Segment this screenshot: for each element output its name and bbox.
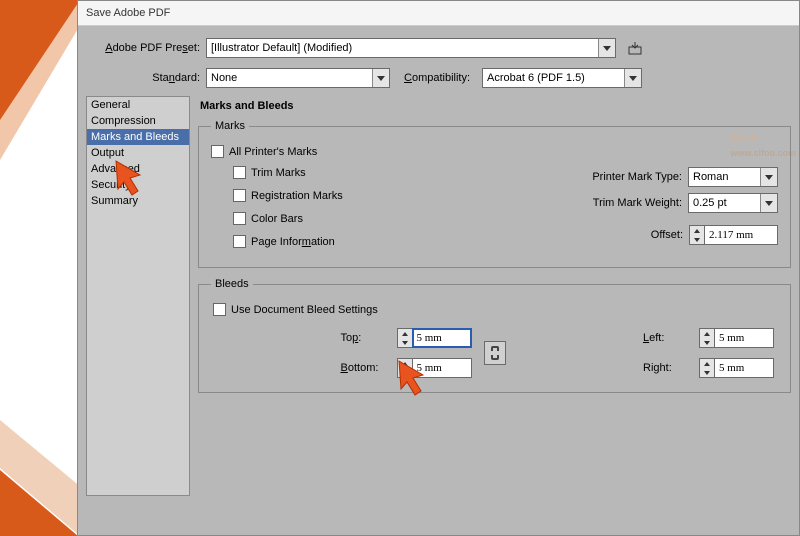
color-bars-checkbox[interactable]: Color Bars <box>233 212 411 225</box>
registration-marks-checkbox[interactable]: Registration Marks <box>233 189 411 202</box>
spin-down-icon[interactable] <box>398 338 412 347</box>
bleeds-group: Bleeds Use Document Bleed Settings Top: <box>198 278 791 393</box>
link-bleeds-button[interactable] <box>484 341 506 365</box>
bleed-top-spinbox[interactable] <box>397 328 472 348</box>
bleed-bottom-label: Bottom: <box>341 362 397 374</box>
bleed-left-spinbox[interactable] <box>699 328 774 348</box>
chevron-down-icon <box>760 168 777 186</box>
spin-up-icon[interactable] <box>690 226 704 235</box>
bleed-left-input[interactable] <box>714 328 774 348</box>
trim-mark-weight-label: Trim Mark Weight: <box>593 197 688 209</box>
marks-group: Marks All Printer's Marks Trim Marks Reg… <box>198 120 791 268</box>
bleed-right-input[interactable] <box>714 358 774 378</box>
bleed-left-label: Left: <box>643 332 699 344</box>
chevron-down-icon <box>760 194 777 212</box>
dialog-title: Save Adobe PDF <box>78 1 799 26</box>
spin-up-icon[interactable] <box>398 329 412 338</box>
save-preset-icon[interactable] <box>626 39 644 57</box>
sidebar-item-security[interactable]: Security <box>87 177 189 193</box>
spin-down-icon[interactable] <box>700 368 714 377</box>
bleed-bottom-input[interactable] <box>412 358 472 378</box>
standard-dropdown[interactable]: None <box>206 68 390 88</box>
compatibility-label: Compatibility: <box>404 72 476 84</box>
all-printers-marks-checkbox[interactable]: All Printer's Marks <box>211 145 317 158</box>
compatibility-dropdown[interactable]: Acrobat 6 (PDF 1.5) <box>482 68 642 88</box>
printer-mark-type-label: Printer Mark Type: <box>592 171 688 183</box>
page-information-checkbox[interactable]: Page Information <box>233 235 411 248</box>
link-icon <box>490 345 500 361</box>
bleed-right-label: Right: <box>643 362 699 374</box>
preset-label: Adobe PDF Preset: <box>86 42 206 54</box>
chevron-down-icon <box>624 69 641 87</box>
spin-down-icon[interactable] <box>690 235 704 244</box>
offset-label: Offset: <box>651 229 689 241</box>
category-sidebar: General Compression Marks and Bleeds Out… <box>86 96 190 496</box>
bleed-top-label: Top: <box>341 332 397 344</box>
bleed-right-spinbox[interactable] <box>699 358 774 378</box>
sidebar-item-summary[interactable]: Summary <box>87 193 189 209</box>
all-printers-marks-label: All Printer's Marks <box>229 146 317 158</box>
marks-legend: Marks <box>211 120 249 132</box>
sidebar-item-general[interactable]: General <box>87 97 189 113</box>
sidebar-item-output[interactable]: Output <box>87 145 189 161</box>
trim-marks-checkbox[interactable]: Trim Marks <box>233 166 411 179</box>
printer-mark-type-dropdown[interactable]: Roman <box>688 167 778 187</box>
panel-title: Marks and Bleeds <box>198 96 791 120</box>
offset-spinbox[interactable] <box>689 225 778 245</box>
bleeds-legend: Bleeds <box>211 278 253 290</box>
offset-input[interactable] <box>704 225 778 245</box>
preset-dropdown[interactable]: [Illustrator Default] (Modified) <box>206 38 616 58</box>
spin-up-icon[interactable] <box>700 329 714 338</box>
chevron-down-icon <box>598 39 615 57</box>
standard-label: Standard: <box>86 72 206 84</box>
bleed-bottom-spinbox[interactable] <box>397 358 472 378</box>
spin-down-icon[interactable] <box>398 368 412 377</box>
all-printers-marks-box[interactable] <box>211 145 224 158</box>
bleed-top-input[interactable] <box>412 328 472 348</box>
trim-mark-weight-dropdown[interactable]: 0.25 pt <box>688 193 778 213</box>
spin-up-icon[interactable] <box>700 359 714 368</box>
chevron-down-icon <box>372 69 389 87</box>
sidebar-item-marks-and-bleeds[interactable]: Marks and Bleeds <box>87 129 189 145</box>
sidebar-item-compression[interactable]: Compression <box>87 113 189 129</box>
spin-down-icon[interactable] <box>700 338 714 347</box>
save-pdf-dialog: Save Adobe PDF Adobe PDF Preset: [Illust… <box>77 0 800 536</box>
sidebar-item-advanced[interactable]: Advanced <box>87 161 189 177</box>
spin-up-icon[interactable] <box>398 359 412 368</box>
use-document-bleed-checkbox[interactable]: Use Document Bleed Settings <box>213 303 378 316</box>
